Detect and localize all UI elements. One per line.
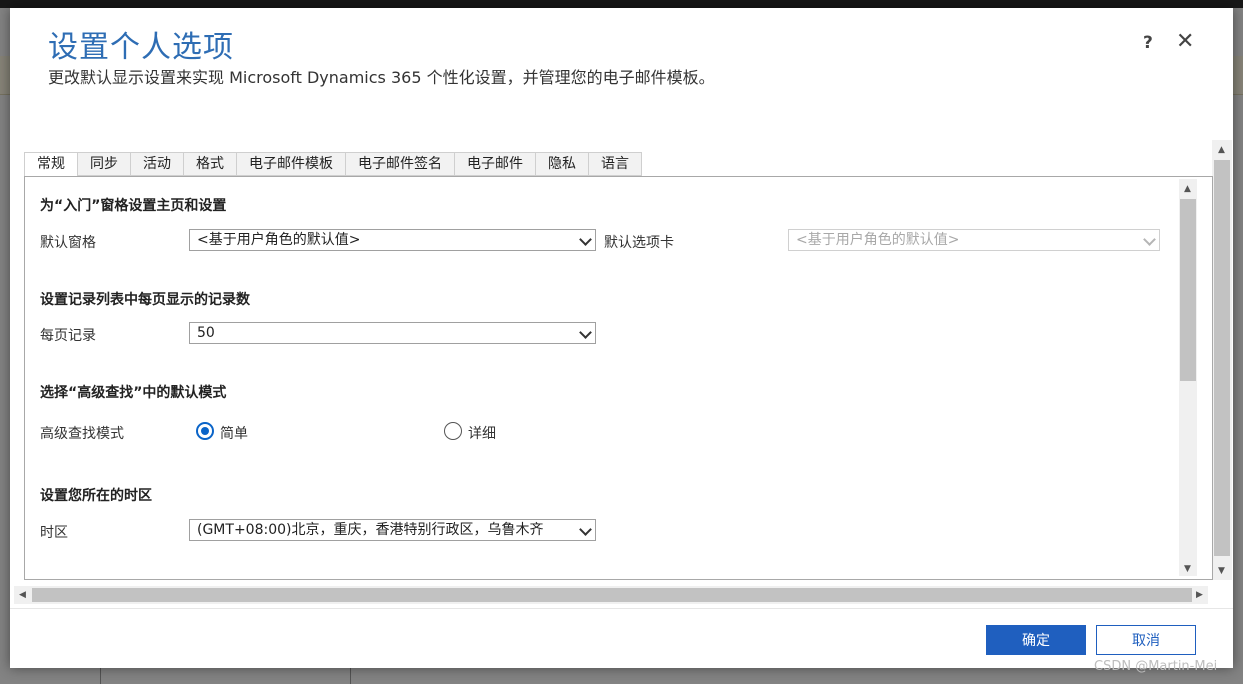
general-tab-panel: 为“入门”窗格设置主页和设置 默认窗格 <基于用户角色的默认值> 默认选项卡 <…: [24, 176, 1213, 580]
tab-email-templates[interactable]: 电子邮件模板: [236, 152, 345, 176]
dialog-subtitle: 更改默认显示设置来实现 Microsoft Dynamics 365 个性化设置…: [48, 68, 715, 87]
scroll-down-arrow-icon[interactable]: ▼: [1218, 566, 1225, 576]
records-per-page-select[interactable]: 50: [189, 322, 596, 344]
scrollbar-thumb[interactable]: [1180, 199, 1196, 381]
advanced-find-section-title: 选择“高级查找”中的默认模式: [40, 385, 227, 401]
ok-button[interactable]: 确定: [986, 625, 1086, 655]
radio-simple[interactable]: [196, 422, 214, 440]
default-pane-label: 默认窗格: [40, 235, 96, 251]
time-zone-select[interactable]: (GMT+08:00)北京，重庆，香港特别行政区，乌鲁木齐: [189, 519, 596, 541]
default-tab-select: <基于用户角色的默认值>: [788, 229, 1160, 251]
chevron-down-icon: [579, 326, 592, 339]
tab-email[interactable]: 电子邮件: [454, 152, 535, 176]
set-personal-options-dialog: 设置个人选项 更改默认显示设置来实现 Microsoft Dynamics 36…: [10, 8, 1233, 668]
help-icon[interactable]: ?: [1143, 33, 1153, 53]
scrollbar-thumb[interactable]: [32, 588, 1192, 602]
tab-languages[interactable]: 语言: [588, 152, 642, 176]
tab-privacy[interactable]: 隐私: [535, 152, 588, 176]
watermark-text: CSDN @Martin-Mei: [1094, 659, 1218, 674]
scroll-left-arrow-icon[interactable]: ◀: [19, 590, 26, 600]
close-icon[interactable]: ✕: [1176, 29, 1194, 54]
radio-detailed[interactable]: [444, 422, 462, 440]
scroll-up-arrow-icon[interactable]: ▲: [1218, 145, 1225, 155]
cancel-button[interactable]: 取消: [1096, 625, 1196, 655]
tab-general[interactable]: 常规: [24, 152, 77, 177]
scroll-down-arrow-icon[interactable]: ▼: [1184, 564, 1191, 574]
chevron-down-icon: [579, 523, 592, 536]
scroll-up-arrow-icon[interactable]: ▲: [1184, 184, 1191, 194]
default-tab-label: 默认选项卡: [604, 235, 674, 251]
default-tab-value: <基于用户角色的默认值>: [796, 232, 960, 248]
tab-formats[interactable]: 格式: [183, 152, 236, 176]
default-pane-select[interactable]: <基于用户角色的默认值>: [189, 229, 596, 251]
records-per-page-value: 50: [197, 325, 215, 341]
chevron-down-icon: [579, 233, 592, 246]
start-pane-section-title: 为“入门”窗格设置主页和设置: [40, 198, 227, 214]
tab-sync[interactable]: 同步: [77, 152, 130, 176]
dialog-vertical-scrollbar[interactable]: ▲ ▼: [1212, 140, 1232, 580]
default-pane-value: <基于用户角色的默认值>: [197, 232, 361, 248]
scroll-right-arrow-icon[interactable]: ▶: [1196, 590, 1203, 600]
scrollbar-thumb[interactable]: [1214, 160, 1230, 556]
tab-email-signatures[interactable]: 电子邮件签名: [345, 152, 454, 176]
time-zone-value: (GMT+08:00)北京，重庆，香港特别行政区，乌鲁木齐: [197, 522, 544, 538]
records-section-title: 设置记录列表中每页显示的记录数: [40, 292, 250, 308]
records-per-page-label: 每页记录: [40, 328, 96, 344]
radio-simple-label[interactable]: 简单: [220, 423, 248, 443]
radio-detailed-label[interactable]: 详细: [468, 423, 496, 443]
time-zone-section-title: 设置您所在的时区: [40, 488, 152, 504]
panel-vertical-scrollbar[interactable]: ▲ ▼: [1179, 179, 1197, 576]
tab-activities[interactable]: 活动: [130, 152, 183, 176]
dialog-title: 设置个人选项: [48, 30, 234, 65]
footer-divider: [10, 608, 1233, 609]
dialog-horizontal-scrollbar[interactable]: ◀ ▶: [14, 586, 1208, 604]
tab-strip: 常规 同步 活动 格式 电子邮件模板 电子邮件签名 电子邮件 隐私 语言: [24, 152, 642, 177]
chevron-down-icon: [1143, 233, 1156, 246]
time-zone-label: 时区: [40, 525, 68, 541]
advanced-find-mode-label: 高级查找模式: [40, 426, 124, 442]
